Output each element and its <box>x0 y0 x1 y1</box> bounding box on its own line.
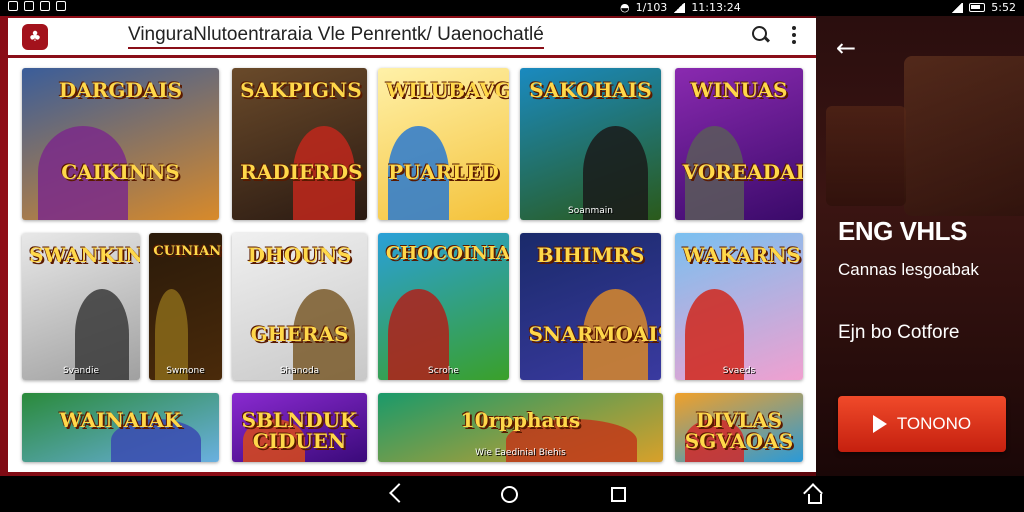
game-title: DARGDAIS <box>58 78 183 102</box>
game-tile[interactable]: WINUAS VOREADAIE <box>675 68 803 220</box>
game-title-secondary: CIDUEN <box>252 429 347 453</box>
notification-icon <box>56 1 66 11</box>
game-title-secondary: GHERAS <box>250 322 349 346</box>
game-tile[interactable]: SAKOHAIS Soanmain <box>520 68 661 220</box>
game-tile[interactable]: SBLNDUK CIDUEN <box>232 393 367 462</box>
game-tile[interactable]: WAINAIAK <box>22 393 219 462</box>
play-button[interactable]: TONONO <box>838 396 1006 452</box>
game-title-secondary: SNARMOAIS <box>528 322 661 346</box>
home-outline-icon[interactable] <box>804 485 822 504</box>
game-title: WILUBAVG <box>385 78 509 102</box>
game-subtitle: Wie Eaedinial Biehis <box>475 448 566 458</box>
game-title: DIVLAS <box>695 408 783 432</box>
status-center-text: 1/103 <box>635 1 668 14</box>
game-title-secondary: CAIKINNS <box>61 160 180 184</box>
signal-icon <box>951 2 964 13</box>
game-title: WINUAS <box>690 78 788 102</box>
home-icon[interactable] <box>501 486 518 503</box>
play-icon <box>872 415 887 433</box>
game-tile[interactable]: 10rpphaus Wie Eaedinial Biehis <box>378 393 663 462</box>
game-tile[interactable]: WILUBAVG PUARLED <box>378 68 509 220</box>
status-center: ◓ 1/103 11:13:24 <box>620 1 741 14</box>
game-title: SWANKINE <box>29 243 140 267</box>
game-title-secondary: VOREADAIE <box>682 160 803 184</box>
status-time: 5:52 <box>991 1 1016 14</box>
game-title: CUINIANS <box>153 244 222 259</box>
game-tile[interactable]: CHOCOINIAL Scrohe <box>378 233 509 380</box>
game-subtitle: Scrohe <box>428 366 459 376</box>
game-title: BIHIMRS <box>536 243 645 267</box>
more-options-icon[interactable] <box>792 26 796 44</box>
game-title: SAKPIGNS <box>240 78 362 102</box>
game-tile[interactable]: BIHIMRS SNARMOAIS <box>520 233 661 380</box>
play-button-label: TONONO <box>896 414 972 433</box>
app-title: VinguraNlutoentraraia Vle Penrentk/ Uaen… <box>128 24 544 49</box>
notification-icon <box>8 1 18 11</box>
game-tile[interactable]: DHOUNS GHERAS Shanoda <box>232 233 367 380</box>
signal-icon <box>673 2 686 13</box>
detail-panel: ← ENG VHLS Cannas lesgoabak Ejn bo Cotfo… <box>816 16 1024 476</box>
search-icon[interactable] <box>752 26 770 44</box>
panel-background-art <box>826 106 906 206</box>
panel-background-art <box>904 56 1024 216</box>
notification-icons <box>8 1 66 11</box>
game-title: 10rpphaus <box>460 408 581 432</box>
game-subtitle: Svandie <box>62 366 99 376</box>
game-tile[interactable]: WAKARNS Svaeds <box>675 233 803 380</box>
status-center-time: 11:13:24 <box>691 1 741 14</box>
game-subtitle: Svaeds <box>722 366 756 376</box>
notification-icon <box>40 1 50 11</box>
game-title: WAKARNS <box>682 243 801 267</box>
panel-subtitle: Cannas lesgoabak <box>838 260 979 279</box>
app-logo-icon[interactable]: ♣ <box>22 23 48 50</box>
game-title-secondary: RADIERDS <box>240 160 363 184</box>
panel-link[interactable]: Ejn bo Cotfore <box>838 322 959 344</box>
game-title-secondary: SGVAOAS <box>684 429 794 453</box>
game-tile[interactable]: SWANKINE Svandie <box>22 233 140 380</box>
notification-icon <box>24 1 34 11</box>
status-bar: ◓ 1/103 11:13:24 5:52 <box>0 0 1024 16</box>
app-actions <box>752 26 796 44</box>
game-tile[interactable]: CUINIANS Swmone <box>149 233 222 380</box>
status-right: 5:52 <box>951 1 1016 14</box>
game-title-secondary: PUARLED <box>388 160 499 184</box>
game-subtitle: Soanmain <box>568 206 613 216</box>
battery-icon <box>969 3 986 12</box>
game-title: CHOCOINIAL <box>385 243 509 264</box>
game-title: SAKOHAIS <box>529 78 652 102</box>
game-title: WAINAIAK <box>59 408 182 432</box>
game-title: SBLNDUK <box>241 408 358 432</box>
game-subtitle: Shanoda <box>279 366 320 376</box>
game-tile[interactable]: DARGDAIS CAIKINNS <box>22 68 219 220</box>
panel-title: ENG VHLS <box>838 216 967 246</box>
game-grid: DARGDAIS CAIKINNS SAKPIGNS RADIERDS WILUBAVG… <box>8 58 816 472</box>
game-tile[interactable]: SAKPIGNS RADIERDS <box>232 68 367 220</box>
game-tile[interactable]: DIVLAS SGVAOAS <box>675 393 803 462</box>
recents-icon[interactable] <box>611 487 626 502</box>
system-nav-bar <box>0 476 1024 512</box>
wifi-icon: ◓ <box>620 1 630 14</box>
game-subtitle: Swmone <box>166 366 205 376</box>
screen: ◓ 1/103 11:13:24 5:52 ♣ VinguraNlutoentr… <box>0 0 1024 512</box>
arrow-left-icon[interactable]: ← <box>836 36 856 60</box>
game-title: DHOUNS <box>247 243 352 267</box>
app-bar: ♣ VinguraNlutoentraraia Vle Penrentk/ Ua… <box>8 18 816 58</box>
